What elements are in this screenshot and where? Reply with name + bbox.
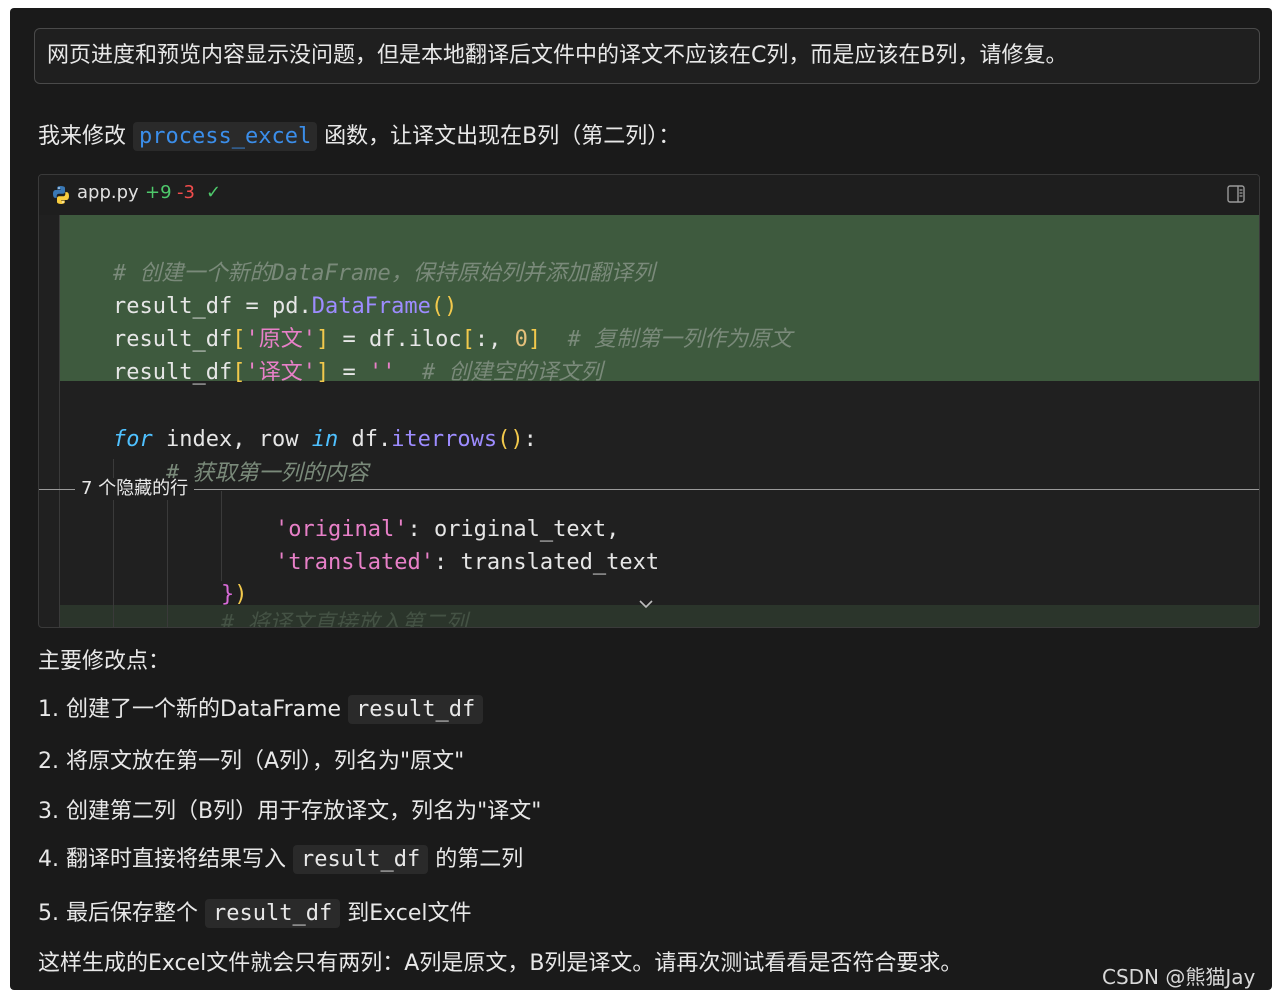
list-item: 1. 创建了一个新的DataFrame result_df [38, 694, 484, 726]
indent-guide [59, 215, 60, 627]
file-name[interactable]: app.py [77, 182, 139, 203]
deletions-count: -3 [177, 182, 195, 203]
chat-panel: 网页进度和预览内容显示没问题，但是本地翻译后文件中的译文不应该在C列，而是应该在… [10, 8, 1272, 990]
list-item: 5. 最后保存整个 result_df 到Excel文件 [38, 899, 472, 928]
indent-guide [221, 491, 222, 581]
list-item: 4. 翻译时直接将结果写入 result_df 的第二列 [38, 845, 524, 874]
assistant-intro: 我来修改 process_excel 函数，让译文出现在B列（第二列）： [38, 120, 680, 154]
code-line-original-key: 'original': original_text, [275, 517, 620, 542]
code-line-get-first-col: # 获取第一列的内容 [166, 461, 369, 486]
code-line-for-loop: for index, row in df.iterrows(): [113, 427, 537, 452]
hidden-lines-toggle[interactable]: 7 个隐藏的行 [75, 478, 195, 500]
checkmark-icon: ✓ [206, 182, 222, 203]
function-name-link[interactable]: process_excel [133, 122, 318, 151]
code-line-result-df: result_df = pd.DataFrame() [113, 294, 458, 319]
code-block-header: app.py +9 -3 ✓ [39, 175, 1259, 215]
intro-suffix: 函数，让译文出现在B列（第二列）： [317, 124, 681, 149]
code-line-faded-comment: # 将译文直接放入第二列 [221, 611, 468, 628]
python-icon [53, 186, 69, 204]
summary-title: 主要修改点： [38, 649, 171, 674]
list-item: 2. 将原文放在第一列（A列），列名为"原文" [38, 749, 465, 774]
code-line-translated-key: 'translated': translated_text [275, 550, 660, 575]
chevron-down-icon[interactable] [639, 599, 653, 609]
watermark: CSDN @熊猫Jay [1102, 965, 1256, 989]
code-line-translated-col: result_df['译文'] = '' # 创建空的译文列 [113, 360, 603, 385]
code-line-close-brace: }) [221, 582, 248, 607]
side-panel-icon[interactable] [1227, 185, 1245, 203]
user-message: 网页进度和预览内容显示没问题，但是本地翻译后文件中的译文不应该在C列，而是应该在… [34, 28, 1260, 84]
additions-count: +9 [145, 182, 172, 203]
intro-prefix: 我来修改 [38, 124, 133, 149]
list-item: 3. 创建第二列（B列）用于存放译文，列名为"译文" [38, 799, 542, 824]
code-diff-block: app.py +9 -3 ✓ # 创建一个新的DataFrame，保持原始列并添… [38, 174, 1260, 628]
closing-text: 这样生成的Excel文件就会只有两列：A列是原文，B列是译文。请再次测试看看是否… [38, 951, 963, 976]
code-line-original-col: result_df['原文'] = df.iloc[:, 0] # 复制第一列作… [113, 327, 793, 352]
hidden-lines-divider [39, 489, 1259, 490]
code-line-comment: # 创建一个新的DataFrame，保持原始列并添加翻译列 [113, 261, 655, 286]
indent-guide [167, 491, 168, 627]
